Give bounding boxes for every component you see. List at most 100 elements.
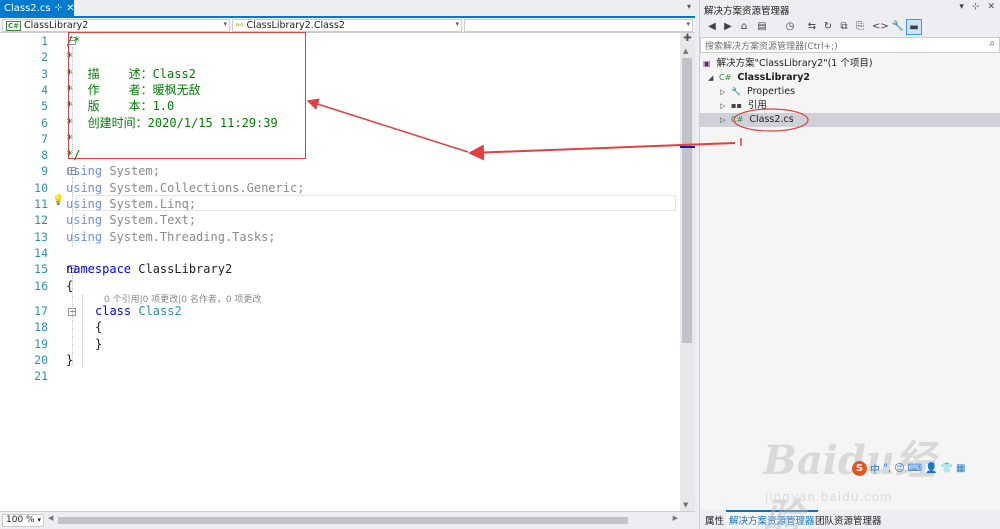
forward-icon[interactable]: ▶ [720, 19, 736, 35]
namespace-ref: System.Threading.Tasks; [102, 229, 276, 244]
sogou-ime-icon[interactable]: S [852, 460, 867, 476]
scroll-up-icon[interactable]: ▲ [683, 47, 688, 55]
line-number: 18 [34, 320, 48, 335]
tree-item-properties[interactable]: ▷ 🔧 Properties [700, 85, 1000, 99]
line-number: 16 [34, 278, 48, 293]
collapsed-arrow-icon[interactable]: ▷ [720, 85, 728, 99]
search-icon[interactable]: ⌕ [989, 38, 995, 49]
type-dropdown[interactable]: ⚯ ClassLibrary2.Class2 ▾ [232, 19, 462, 32]
watermark-logo: Baidu经验 [763, 437, 935, 529]
tab-class2-cs[interactable]: Class2.cs ⊹ ✕ [0, 0, 75, 16]
keyword: using [66, 229, 103, 244]
scroll-thumb[interactable] [58, 517, 628, 524]
sync-icon[interactable]: ⇆ [804, 19, 820, 35]
csharp-project-icon: C# [719, 73, 732, 82]
tree-item-references[interactable]: ▷ ▪▪ 引用 [700, 99, 1000, 113]
dropdown-icon[interactable]: ▾ [959, 2, 964, 12]
namespace-ref: System.Linq; [102, 197, 197, 211]
code-line: { [95, 320, 103, 335]
scroll-down-icon[interactable]: ▼ [683, 501, 688, 509]
document-tab-bar: Class2.cs ⊹ ✕ ▾ [0, 0, 695, 18]
chevron-down-icon: ▾ [686, 20, 690, 28]
ime-user-icon[interactable]: 👤 [925, 463, 937, 474]
view-code-icon[interactable]: <> [872, 19, 889, 35]
zoom-value: 100 % [6, 515, 35, 525]
code-line: } [95, 336, 103, 351]
expanded-arrow-icon[interactable]: ◢ [708, 71, 716, 85]
tab-properties[interactable]: 属性 [702, 512, 727, 528]
line-number: 3 [41, 66, 48, 81]
solution-search-input[interactable]: 搜索解决方案资源管理器(Ctrl+;) ⌕ [700, 37, 1000, 53]
tree-item-project[interactable]: ◢ C# ClassLibrary2 [700, 71, 1000, 85]
line-number: 2 [41, 50, 48, 65]
class-name: Class2 [131, 304, 182, 318]
tab-overflow-icon[interactable]: ▾ [687, 2, 691, 11]
switch-views-icon[interactable]: ▤ [754, 19, 770, 35]
line-number: 9 [41, 164, 48, 179]
preview-selected-icon[interactable]: ▬ [906, 19, 922, 35]
solution-explorer-toolbar: ◀ ▶ ⌂ ▤ ◷ ⇆ ↻ ⧉ ⎘ <> 🔧 ▬ [700, 17, 1000, 37]
collapse-all-icon[interactable]: ⧉ [836, 19, 852, 35]
close-icon[interactable]: ✕ [66, 3, 74, 14]
scroll-left-icon[interactable]: ◀ [48, 514, 53, 522]
member-dropdown[interactable]: ▾ [464, 19, 693, 32]
ime-toolbar: S 中 °, ☺ ⌨ 👤 👕 ▦ [852, 460, 998, 476]
pin-icon[interactable]: ⊹ [55, 3, 63, 13]
home-icon[interactable]: ⌂ [736, 19, 752, 35]
show-all-files-icon[interactable]: ⎘ [852, 19, 868, 35]
scroll-thumb[interactable] [682, 58, 692, 343]
line-number: 15 [34, 262, 48, 277]
line-number: 11 [34, 197, 48, 211]
namespace-ref: System; [102, 164, 160, 179]
split-icon[interactable]: ✚ [682, 33, 693, 44]
line-number: 7 [41, 131, 48, 146]
line-number: 19 [34, 336, 48, 351]
keyword: class [95, 304, 132, 318]
ime-keyboard-icon[interactable]: ⌨ [908, 463, 922, 474]
line-number: 21 [34, 369, 48, 384]
tree-item-solution[interactable]: ▣ 解决方案"ClassLibrary2"(1 个项目) [700, 57, 1000, 71]
lightbulb-icon[interactable]: 💡 [52, 195, 64, 206]
back-icon[interactable]: ◀ [704, 19, 720, 35]
chevron-down-icon: ▾ [455, 20, 459, 28]
keyword: namespace [66, 262, 132, 277]
line-number: 12 [34, 213, 48, 228]
collapsed-arrow-icon[interactable]: ▷ [720, 99, 728, 113]
tab-label: Class2.cs [4, 2, 51, 14]
tree-item-label: 解决方案"ClassLibrary2"(1 个项目) [716, 58, 873, 69]
line-number: 14 [34, 245, 48, 260]
pin-icon[interactable]: ⊹ [972, 2, 980, 12]
ime-chinese-mode[interactable]: 中 [870, 461, 880, 476]
code-line: using System.Threading.Tasks; [66, 229, 276, 245]
tree-item-label: Class2.cs [749, 114, 794, 125]
code-line: class Class2 [95, 303, 182, 319]
close-icon[interactable]: ✕ [987, 2, 995, 12]
ime-punctuation-icon[interactable]: °, [883, 463, 891, 474]
editor-status-bar: 100 % ▾ ◀ ▶ [0, 511, 695, 529]
namespace-ref: System.Text; [102, 213, 197, 228]
ime-toolbox-icon[interactable]: ▦ [956, 463, 965, 474]
solution-explorer-title-bar: 解决方案资源管理器 ▾ ⊹ ✕ [700, 0, 1000, 17]
codelens-references[interactable]: 0 个引用|0 项更改|0 名作者，0 项更改 [104, 292, 261, 305]
ime-emoji-icon[interactable]: ☺ [894, 463, 904, 474]
keyword: using [66, 213, 103, 228]
code-line: using System.Collections.Generic; [66, 180, 304, 196]
properties-wrench-icon[interactable]: 🔧 [890, 19, 906, 35]
code-editor[interactable]: 1 2 3 4 5 6 7 8 9 10 11 12 13 14 15 16 17 18 19 20 21 − − − … [0, 32, 680, 511]
tree-item-class2-cs[interactable]: ▷ C# Class2.cs [700, 113, 1000, 127]
line-number-gutter: 1 2 3 4 5 6 7 8 9 10 11 12 13 14 15 16 17 18 19 20 21 [0, 33, 52, 511]
code-line: { [66, 278, 74, 293]
project-dropdown[interactable]: C# ClassLibrary2 ▾ [2, 19, 230, 32]
collapsed-arrow-icon[interactable]: ▷ [720, 113, 728, 127]
vertical-scrollbar[interactable]: ✚ ▲ ▼ [680, 33, 695, 511]
pending-changes-icon[interactable]: ◷ [782, 19, 798, 35]
scroll-right-icon[interactable]: ▶ [673, 514, 678, 522]
horizontal-scrollbar[interactable]: ◀ ▶ [48, 514, 678, 525]
refresh-icon[interactable]: ↻ [820, 19, 836, 35]
line-number: 6 [41, 115, 48, 130]
namespace-ref: System.Collections.Generic; [102, 180, 305, 195]
zoom-dropdown[interactable]: 100 % ▾ [2, 514, 44, 527]
ime-skin-icon[interactable]: 👕 [941, 463, 953, 474]
code-line: using System; [66, 163, 160, 179]
chevron-down-icon: ▾ [37, 516, 41, 524]
